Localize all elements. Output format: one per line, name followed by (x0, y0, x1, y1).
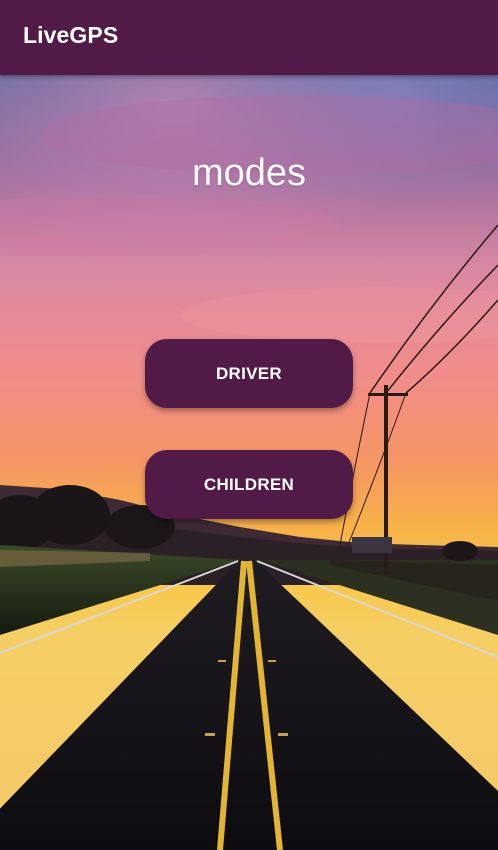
app-title: LiveGPS (23, 22, 119, 48)
children-button[interactable]: CHILDREN (145, 450, 353, 519)
driver-button[interactable]: DRIVER (145, 339, 353, 408)
app-bar: LiveGPS (0, 0, 498, 75)
modes-heading: modes (191, 152, 307, 194)
